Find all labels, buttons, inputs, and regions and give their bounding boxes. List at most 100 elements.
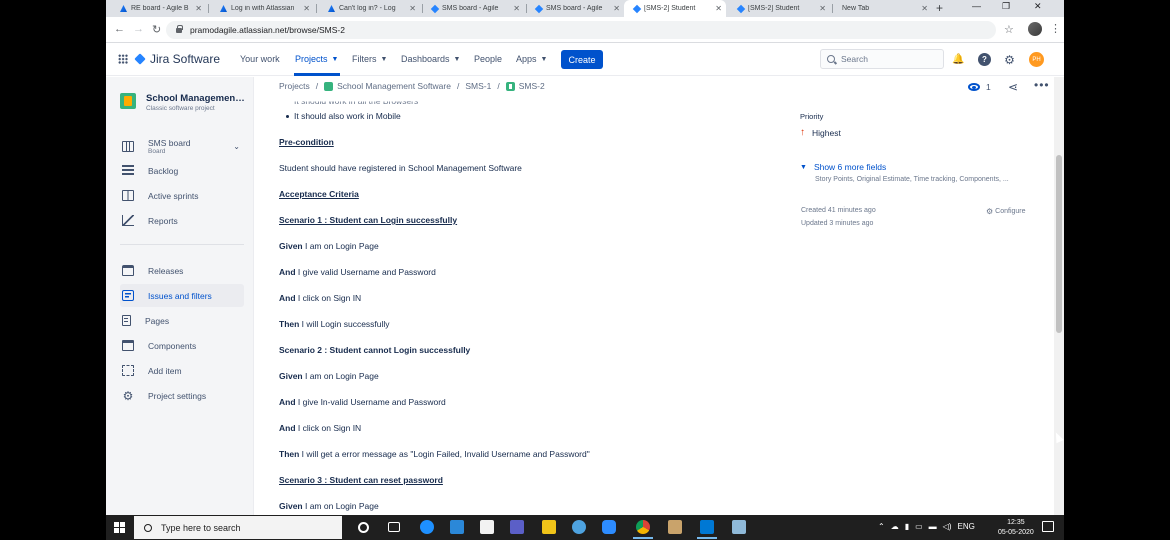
share-icon[interactable]: ⋖: [1008, 80, 1018, 94]
gear-icon[interactable]: ⚙: [1003, 53, 1016, 67]
new-tab-icon[interactable]: +: [936, 1, 943, 15]
sidebar-item-pages[interactable]: Pages: [120, 309, 244, 332]
taskbar-search-input[interactable]: Type here to search: [134, 516, 342, 539]
clock[interactable]: 12:35 05-05-2020: [998, 518, 1034, 538]
breadcrumb-parent-issue[interactable]: SMS-1: [465, 81, 491, 91]
sidebar-item-project-settings[interactable]: ⚙ Project settings: [120, 384, 244, 407]
scenario-line: And I click on Sign IN: [279, 423, 362, 433]
configure-button[interactable]: ⚙ Configure: [986, 207, 1026, 216]
chrome-icon[interactable]: [633, 520, 653, 539]
zoom-icon[interactable]: [602, 520, 616, 534]
windows-start-icon[interactable]: [114, 522, 125, 533]
app-icon[interactable]: [668, 520, 682, 534]
nav-projects[interactable]: Projects ▼: [295, 54, 338, 64]
browser-tab-5[interactable]: SMS board - Agile ✕: [526, 0, 624, 17]
sidebar-item-reports[interactable]: Reports: [120, 209, 244, 232]
maximize-icon[interactable]: ❐: [1002, 1, 1010, 12]
close-icon[interactable]: ✕: [195, 4, 202, 13]
nav-dashboards[interactable]: Dashboards ▼: [401, 54, 460, 64]
outlook-icon[interactable]: [697, 520, 717, 539]
cortana-icon[interactable]: [358, 522, 369, 533]
watch-button[interactable]: 1: [968, 82, 991, 92]
close-icon[interactable]: ✕: [613, 4, 620, 13]
project-header[interactable]: School Management... Classic software pr…: [120, 93, 246, 112]
avatar[interactable]: PH: [1029, 52, 1044, 67]
gear-icon: ⚙: [122, 388, 134, 403]
sidebar-item-backlog[interactable]: Backlog: [120, 159, 244, 182]
scenario-1-heading: Scenario 1 : Student can Login successfu…: [279, 215, 458, 225]
task-view-icon[interactable]: [388, 522, 400, 532]
show-more-fields-button[interactable]: ▼ Show 6 more fields: [800, 162, 886, 172]
sidebar-item-board[interactable]: SMS board Board ⌄: [120, 133, 244, 159]
chevron-down-icon: ▼: [453, 55, 461, 63]
nav-people[interactable]: People: [474, 54, 502, 64]
app-icon[interactable]: [572, 520, 586, 534]
project-icon: [324, 81, 334, 91]
edge-icon[interactable]: [420, 520, 434, 534]
scenario-line: Then I will get a error message as "Logi…: [279, 449, 590, 459]
file-explorer-icon[interactable]: [542, 520, 556, 534]
create-button[interactable]: Create: [561, 50, 603, 69]
chevron-down-icon: ▼: [331, 55, 339, 63]
store-icon[interactable]: [480, 520, 494, 534]
bookmark-star-icon[interactable]: ☆: [1004, 23, 1014, 36]
nav-your-work[interactable]: Your work: [240, 54, 280, 64]
chevron-up-icon[interactable]: ⌃: [878, 522, 885, 531]
chevron-down-icon: ▼: [540, 55, 548, 63]
url-input[interactable]: pramodagile.atlassian.net/browse/SMS-2: [166, 21, 996, 39]
teams-icon[interactable]: [510, 520, 524, 534]
breadcrumb-project[interactable]: School Management Software: [337, 81, 451, 91]
notifications-icon[interactable]: 🔔: [952, 53, 965, 66]
profile-avatar[interactable]: [1028, 22, 1042, 36]
help-icon[interactable]: ?: [978, 53, 991, 66]
browser-menu-icon[interactable]: ⋮: [1050, 22, 1061, 35]
notification-center-icon[interactable]: [1042, 521, 1054, 532]
back-icon[interactable]: ←: [114, 23, 125, 35]
project-sidebar: School Management... Classic software pr…: [106, 77, 254, 515]
more-icon[interactable]: •••: [1034, 78, 1050, 92]
breadcrumb-issue[interactable]: SMS-2: [519, 81, 545, 91]
browser-tab-4[interactable]: SMS board - Agile ✕: [422, 0, 524, 17]
onedrive-icon[interactable]: ☁: [891, 522, 899, 531]
close-icon[interactable]: ✕: [303, 4, 310, 13]
microphone-icon[interactable]: ▮: [905, 522, 909, 531]
browser-tab-3[interactable]: Can't log in? - Log ✕: [318, 0, 420, 17]
volume-icon[interactable]: ◁): [943, 522, 952, 531]
forward-icon[interactable]: →: [133, 23, 144, 35]
battery-icon[interactable]: ▬: [929, 522, 937, 531]
browser-tab-8[interactable]: New Tab ✕: [832, 0, 932, 17]
browser-tab-1[interactable]: RE board - Agile B ✕: [110, 0, 206, 17]
acceptance-heading: Acceptance Criteria: [279, 189, 359, 199]
minimize-icon[interactable]: —: [972, 1, 981, 11]
app-switcher-icon[interactable]: [118, 54, 128, 64]
browser-tab-2[interactable]: Log in with Atlassian ✕: [210, 0, 314, 17]
sidebar-item-add-item[interactable]: Add item: [120, 359, 244, 382]
created-timestamp: Created 41 minutes ago: [801, 207, 876, 214]
browser-tab-7[interactable]: [SMS-2] Student ✕: [728, 0, 830, 17]
scenario-line: Given I am on Login Page: [279, 501, 379, 511]
releases-icon: [122, 265, 134, 276]
sidebar-item-components[interactable]: Components: [120, 334, 244, 357]
browser-tab-active[interactable]: [SMS-2] Student ✕: [624, 0, 726, 17]
app-icon[interactable]: [732, 520, 746, 534]
network-icon[interactable]: ▭: [915, 522, 923, 531]
sidebar-item-issues-and-filters[interactable]: Issues and filters: [120, 284, 244, 307]
sidebar-item-releases[interactable]: Releases: [120, 259, 244, 282]
close-icon[interactable]: ✕: [819, 4, 826, 13]
mail-icon[interactable]: [450, 520, 464, 534]
jira-logo[interactable]: Jira Software: [134, 52, 220, 66]
close-icon[interactable]: ✕: [715, 4, 722, 13]
close-icon[interactable]: ✕: [409, 4, 416, 13]
search-input[interactable]: Search: [820, 49, 944, 69]
window-close-icon[interactable]: ✕: [1034, 1, 1042, 12]
language-indicator[interactable]: ENG: [958, 522, 975, 531]
priority-field[interactable]: ↑ Highest: [800, 127, 841, 138]
nav-filters[interactable]: Filters ▼: [352, 54, 387, 64]
reload-icon[interactable]: ↻: [152, 23, 161, 36]
close-icon[interactable]: ✕: [921, 4, 928, 13]
breadcrumb-projects[interactable]: Projects: [279, 81, 310, 91]
close-icon[interactable]: ✕: [513, 4, 520, 13]
sidebar-item-active-sprints[interactable]: Active sprints: [120, 184, 244, 207]
scrollbar-thumb[interactable]: [1056, 155, 1062, 333]
nav-apps[interactable]: Apps ▼: [516, 54, 547, 64]
